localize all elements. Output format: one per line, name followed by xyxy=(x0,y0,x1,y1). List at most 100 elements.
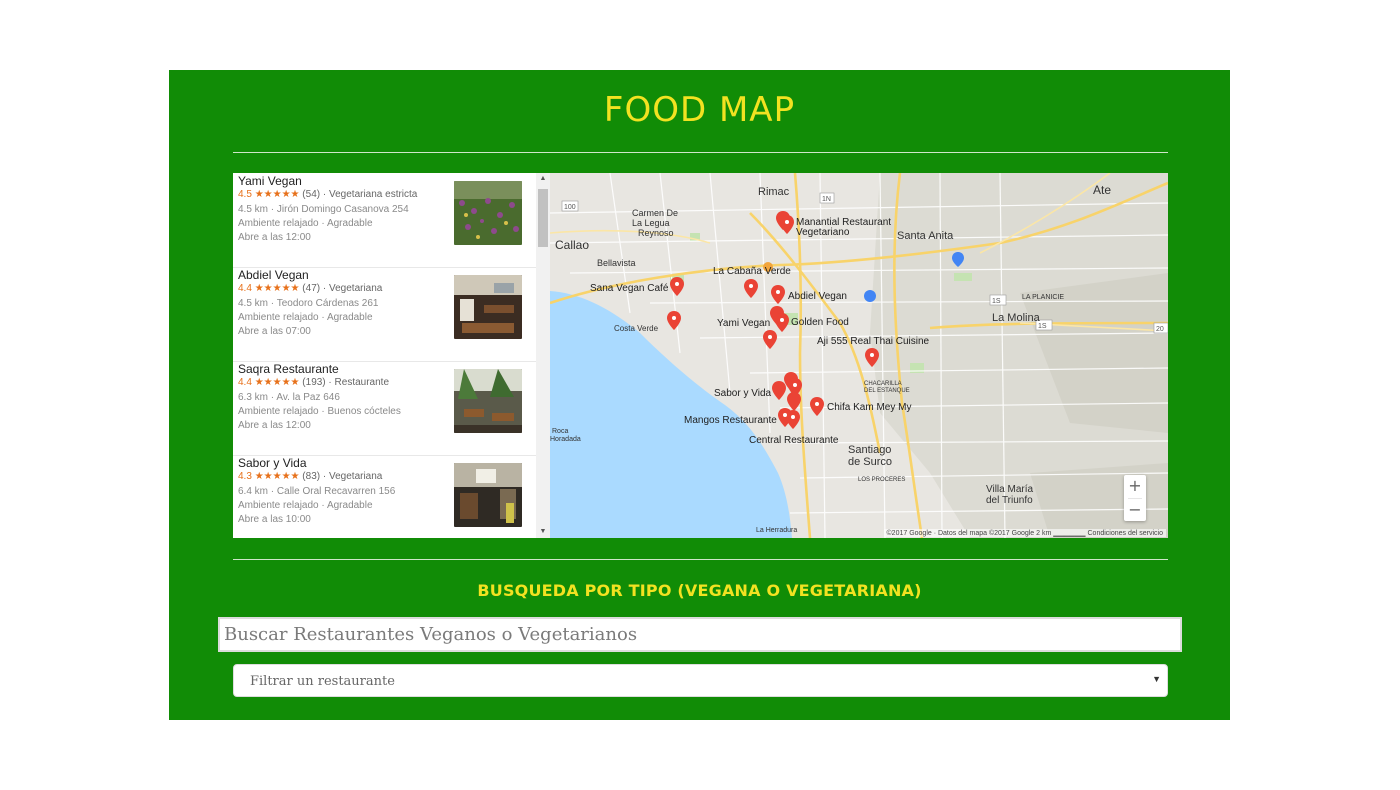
rating-value: 4.3 xyxy=(238,471,252,482)
ambience: Ambiente relajado · Buenos cócteles xyxy=(238,406,401,417)
map-restaurant-label: Mangos Restaurante xyxy=(684,415,777,426)
rating-value: 4.5 xyxy=(238,189,252,200)
map-place-label: de Surco xyxy=(848,456,892,468)
restaurant-name[interactable]: Yami Vegan xyxy=(238,174,302,188)
map-restaurant-label: Abdiel Vegan xyxy=(788,291,847,302)
map-view[interactable]: 100 1N 1S 1S 20 Rimac Ate Carmen De La L… xyxy=(550,173,1168,538)
opening-hours: Abre a las 12:00 xyxy=(238,420,311,431)
scroll-thumb[interactable] xyxy=(538,189,548,247)
map-place-label: del Triunfo xyxy=(986,495,1033,506)
restaurant-photo[interactable] xyxy=(454,181,522,245)
divider xyxy=(233,152,1168,153)
map-place-label: Ate xyxy=(1093,183,1111,197)
map-restaurant-label: Vegetariano xyxy=(796,227,850,238)
list-item[interactable]: Sabor y Vida 4.3 ★★★★★ (83) · Vegetarian… xyxy=(233,455,536,538)
restaurant-type: Vegetariana xyxy=(328,283,383,294)
ambience: Ambiente relajado · Agradable xyxy=(238,500,373,511)
opening-hours: Abre a las 10:00 xyxy=(238,514,311,525)
map-place-label: DEL ESTANQUE xyxy=(864,388,910,394)
road-number: 20 xyxy=(1156,326,1164,333)
map-place-label: La Legua xyxy=(632,218,670,228)
address: Calle Oral Recavarren 156 xyxy=(276,486,396,497)
map-restaurant-label: Chifa Kam Mey My xyxy=(827,402,911,413)
map-place-label: Horadada xyxy=(550,436,581,443)
scroll-down-icon[interactable]: ▼ xyxy=(536,526,550,538)
chevron-down-icon: ▼ xyxy=(1152,674,1161,684)
address: Jirón Domingo Casanova 254 xyxy=(276,204,409,215)
road-number: 100 xyxy=(564,204,576,211)
distance: 4.5 km xyxy=(238,298,269,309)
page-title: FOOD MAP xyxy=(603,90,796,130)
restaurant-name[interactable]: Saqra Restaurante xyxy=(238,362,339,376)
map-canvas[interactable]: 100 1N 1S 1S 20 Rimac Ate Carmen De La L… xyxy=(550,173,1168,538)
rating-line: 4.4 ★★★★★ (193) · Restaurante xyxy=(238,377,390,388)
address-line: 6.4 km · Calle Oral Recavarren 156 xyxy=(238,486,396,497)
map-place-label: Santa Anita xyxy=(897,230,954,242)
map-place-label: LA PLANICIE xyxy=(1022,294,1064,301)
address: Teodoro Cárdenas 261 xyxy=(276,298,379,309)
star-rating-icon: ★★★★★ xyxy=(254,471,300,482)
review-count: (83) xyxy=(302,471,321,482)
map-place-label: Reynoso xyxy=(638,228,674,238)
map-restaurant-label: Central Restaurante xyxy=(749,435,839,446)
star-rating-icon: ★★★★★ xyxy=(254,283,300,294)
review-count: (54) xyxy=(302,189,321,200)
road-number: 1S xyxy=(992,298,1001,305)
divider xyxy=(233,559,1168,560)
zoom-out-button[interactable]: − xyxy=(1124,499,1146,522)
road-number: 1S xyxy=(1038,323,1047,330)
star-rating-icon: ★★★★★ xyxy=(254,377,300,388)
map-place-label: Callao xyxy=(555,238,589,252)
star-rating-icon: ★★★★★ xyxy=(254,189,300,200)
zoom-in-button[interactable]: + xyxy=(1124,475,1146,498)
map-restaurant-label: Aji 555 Real Thai Cuisine xyxy=(817,336,930,347)
distance: 6.3 km xyxy=(238,392,269,403)
restaurant-type: Vegetariana estricta xyxy=(328,189,418,200)
road-number: 1N xyxy=(822,196,831,203)
opening-hours: Abre a las 07:00 xyxy=(238,326,311,337)
address: Av. la Paz 646 xyxy=(276,392,340,403)
rating-line: 4.5 ★★★★★ (54) · Vegetariana estricta xyxy=(238,189,418,200)
restaurant-photo[interactable] xyxy=(454,369,522,433)
rating-value: 4.4 xyxy=(238,283,252,294)
map-place-label: Villa María xyxy=(986,484,1033,495)
map-place-label: Rimac xyxy=(758,186,790,198)
restaurant-type: Restaurante xyxy=(334,377,390,388)
search-section-title: BUSQUEDA POR TIPO (VEGANA O VEGETARIANA) xyxy=(477,581,922,600)
results-list: Yami Vegan 4.5 ★★★★★ (54) · Vegetariana … xyxy=(233,173,536,538)
review-count: (47) xyxy=(302,283,321,294)
restaurant-photo[interactable] xyxy=(454,463,522,527)
select-value: Filtrar un restaurante xyxy=(250,674,395,689)
ambience: Ambiente relajado · Agradable xyxy=(238,312,373,323)
rating-line: 4.4 ★★★★★ (47) · Vegetariana xyxy=(238,283,383,294)
map-place-label: LOS PROCERES xyxy=(858,477,905,483)
map-place-label: La Molina xyxy=(992,312,1041,324)
zoom-control[interactable]: + − xyxy=(1124,475,1146,521)
restaurant-photo[interactable] xyxy=(454,275,522,339)
list-item[interactable]: Saqra Restaurante 4.4 ★★★★★ (193) · Rest… xyxy=(233,361,536,456)
address-line: 4.5 km · Teodoro Cárdenas 261 xyxy=(238,298,379,309)
map-place-label: Roca xyxy=(552,428,568,435)
results-panel: Yami Vegan 4.5 ★★★★★ (54) · Vegetariana … xyxy=(233,173,550,538)
search-input[interactable] xyxy=(218,617,1182,652)
map-restaurant-label: La Cabaña Verde xyxy=(713,266,791,277)
restaurant-name[interactable]: Abdiel Vegan xyxy=(238,268,309,282)
map-restaurant-label: Yami Vegan xyxy=(717,318,770,329)
map-place-label: Carmen De xyxy=(632,208,678,218)
app-container: FOOD MAP Yami Vegan 4.5 ★★★★★ (54) · Veg… xyxy=(169,70,1230,720)
opening-hours: Abre a las 12:00 xyxy=(238,232,311,243)
distance: 4.5 km xyxy=(238,204,269,215)
list-item[interactable]: Yami Vegan 4.5 ★★★★★ (54) · Vegetariana … xyxy=(233,173,536,268)
restaurant-type: Vegetariana xyxy=(328,471,383,482)
map-attribution[interactable]: ©2017 Google · Datos del mapa ©2017 Goog… xyxy=(883,529,1166,537)
rating-value: 4.4 xyxy=(238,377,252,388)
scroll-up-icon[interactable]: ▲ xyxy=(536,173,550,185)
list-item[interactable]: Abdiel Vegan 4.4 ★★★★★ (47) · Vegetarian… xyxy=(233,267,536,362)
review-count: (193) xyxy=(302,377,326,388)
list-scrollbar[interactable]: ▲ ▼ xyxy=(536,173,550,538)
restaurant-filter-select[interactable]: Filtrar un restaurante ▼ xyxy=(233,664,1168,697)
map-restaurant-label: Golden Food xyxy=(791,317,849,328)
map-place-label: Bellavista xyxy=(597,258,636,268)
rating-line: 4.3 ★★★★★ (83) · Vegetariana xyxy=(238,471,383,482)
restaurant-name[interactable]: Sabor y Vida xyxy=(238,456,307,470)
